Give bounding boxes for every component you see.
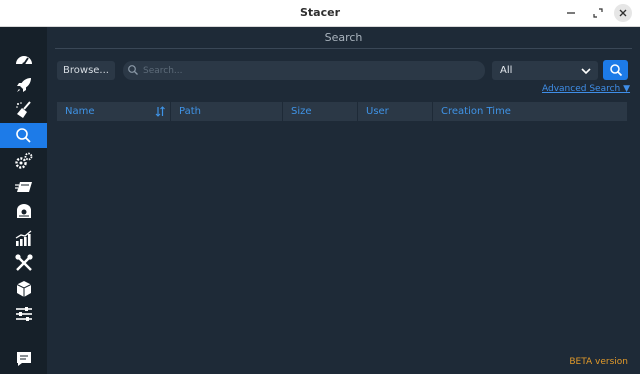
column-header-user[interactable]: User <box>358 102 433 121</box>
maximize-button[interactable] <box>589 4 607 22</box>
column-header-name[interactable]: Name <box>57 102 171 121</box>
window-title: Stacer <box>299 6 340 19</box>
results-table: Name Path Size User Creation Time <box>57 102 627 372</box>
feedback-chat-icon <box>16 351 31 366</box>
column-header-path[interactable]: Path <box>171 102 283 121</box>
settings-sliders-icon <box>15 306 32 321</box>
chevron-down-icon <box>581 68 591 75</box>
sidebar-item-stats[interactable] <box>0 225 47 250</box>
column-header-label: Creation Time <box>441 106 511 117</box>
rocket-icon <box>16 77 31 92</box>
search-input[interactable] <box>143 62 473 79</box>
column-header-creation-time[interactable]: Creation Time <box>433 102 627 121</box>
sidebar-item-search[interactable] <box>0 123 47 148</box>
browse-button[interactable]: Browse... <box>57 61 115 80</box>
search-box[interactable] <box>123 61 485 80</box>
column-header-label: Size <box>291 106 312 117</box>
maximize-icon <box>593 8 603 18</box>
sidebar-item-cleaner[interactable] <box>0 97 47 122</box>
close-icon <box>619 9 627 17</box>
sidebar-item-resources[interactable] <box>0 199 47 224</box>
column-header-size[interactable]: Size <box>283 102 358 121</box>
package-box-icon <box>16 280 31 297</box>
sidebar-item-apt[interactable] <box>0 276 47 301</box>
search-icon <box>15 127 31 143</box>
search-page: Search Browse... All Advanced Search ▼ <box>47 27 640 374</box>
search-icon <box>609 64 622 77</box>
resources-disk-icon <box>16 203 31 218</box>
type-select[interactable]: All <box>492 61 598 80</box>
uninstaller-icon <box>14 181 32 192</box>
sidebar-item-dashboard[interactable] <box>0 47 47 72</box>
sidebar-item-settings[interactable] <box>0 301 47 326</box>
stacer-window: Stacer Search Browse... Search... All Ad… <box>0 0 640 374</box>
advanced-search-link[interactable]: Advanced Search ▼ <box>542 84 630 94</box>
stats-chart-icon <box>15 230 31 246</box>
minimize-button[interactable] <box>562 4 580 22</box>
sidebar-item-tools[interactable] <box>0 250 47 275</box>
sidebar-item-services[interactable] <box>0 148 47 173</box>
sidebar-item-startup[interactable] <box>0 72 47 97</box>
close-button[interactable] <box>614 4 632 22</box>
column-header-label: Path <box>179 106 201 117</box>
title-divider <box>55 48 632 49</box>
broom-cleaner-icon <box>15 100 31 118</box>
search-icon <box>128 65 138 75</box>
gears-icon <box>14 152 32 169</box>
dashboard-gauge-icon <box>15 55 32 66</box>
sidebar <box>0 27 47 374</box>
tools-icon <box>14 253 33 271</box>
type-select-value: All <box>500 65 513 76</box>
sort-icon <box>155 106 165 117</box>
sidebar-item-feedback[interactable] <box>0 346 47 371</box>
sidebar-item-uninstaller[interactable] <box>0 174 47 199</box>
title-bar: Stacer <box>0 0 640 27</box>
column-header-label: User <box>366 106 389 117</box>
beta-version-label: BETA version <box>569 357 628 367</box>
search-button[interactable] <box>603 60 628 80</box>
minimize-icon <box>567 12 575 14</box>
page-title: Search <box>324 31 363 44</box>
column-header-label: Name <box>65 106 95 117</box>
table-header: Name Path Size User Creation Time <box>57 102 627 121</box>
